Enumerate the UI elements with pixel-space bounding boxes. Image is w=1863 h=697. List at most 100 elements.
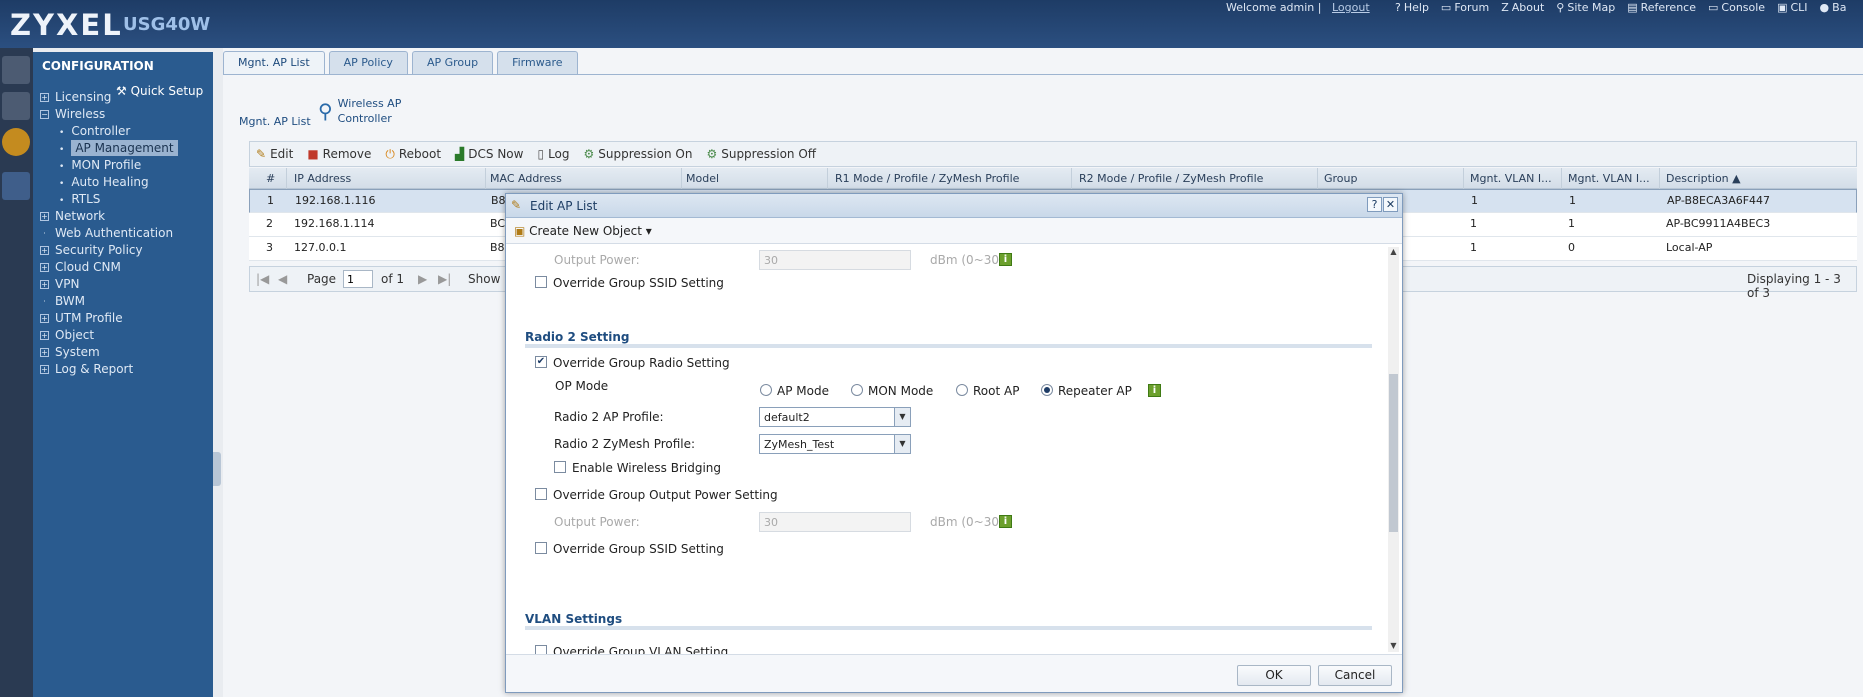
edit-icon: ✎ bbox=[256, 147, 267, 161]
output-power-input[interactable] bbox=[759, 250, 911, 270]
prev-page-icon[interactable]: ◀ bbox=[278, 272, 287, 286]
dialog-help-button[interactable]: ? bbox=[1367, 197, 1382, 212]
sidebar-collapse-handle[interactable] bbox=[213, 452, 221, 486]
info-icon[interactable]: i bbox=[1148, 384, 1161, 397]
welcome-text: Welcome admin | bbox=[1226, 1, 1322, 14]
sidebar-item-cloud-cnm[interactable]: + Cloud CNM bbox=[40, 260, 121, 274]
sidebar-item-network[interactable]: + Network bbox=[40, 209, 105, 223]
sitemap-link[interactable]: ⚲ Site Map bbox=[1556, 1, 1615, 14]
scroll-thumb[interactable] bbox=[1389, 374, 1398, 532]
col-num[interactable]: # bbox=[266, 172, 275, 185]
forum-link[interactable]: ▭ Forum bbox=[1441, 1, 1489, 14]
override-ssid-checkbox-2[interactable] bbox=[535, 542, 547, 554]
col-model[interactable]: Model bbox=[686, 172, 719, 185]
ap-profile-label: Radio 2 AP Profile: bbox=[554, 410, 664, 424]
override-output-power-checkbox[interactable] bbox=[535, 488, 547, 500]
cli-link[interactable]: ▣ CLI bbox=[1777, 1, 1807, 14]
edit-ap-list-dialog: ✎ Edit AP List ? ✕ ▣ Create New Object ▾… bbox=[505, 193, 1403, 693]
reboot-button[interactable]: ⏻ Reboot bbox=[385, 147, 441, 162]
sidebar-sub-mon-profile[interactable]: • MON Profile bbox=[59, 158, 141, 172]
quick-setup-link[interactable]: ⚒ Quick Setup bbox=[116, 84, 203, 98]
logout-short-link[interactable]: ● Ba bbox=[1820, 1, 1847, 14]
sidebar-item-licensing[interactable]: + Licensing bbox=[40, 90, 111, 104]
maintenance-icon[interactable] bbox=[2, 172, 30, 200]
dcs-now-button[interactable]: ▟ DCS Now bbox=[455, 147, 523, 161]
sidebar-item-system[interactable]: + System bbox=[40, 345, 100, 359]
sidebar-sub-auto-healing[interactable]: • Auto Healing bbox=[59, 175, 149, 189]
op-mode-repeater-radio[interactable] bbox=[1041, 384, 1053, 396]
col-r1-mode[interactable]: R1 Mode / Profile / ZyMesh Profile bbox=[835, 172, 1019, 185]
sidebar-item-vpn[interactable]: + VPN bbox=[40, 277, 79, 291]
nav-icon-strip bbox=[0, 48, 33, 697]
col-mgnt-vlan-2[interactable]: Mgnt. VLAN I... bbox=[1568, 172, 1650, 185]
col-r2-mode[interactable]: R2 Mode / Profile / ZyMesh Profile bbox=[1079, 172, 1263, 185]
col-mac-address[interactable]: MAC Address bbox=[490, 172, 562, 185]
sidebar-sub-ap-management[interactable]: • AP Management bbox=[59, 140, 178, 156]
device-model: USG40W bbox=[123, 14, 211, 35]
dialog-titlebar: ✎ Edit AP List ? ✕ bbox=[506, 194, 1402, 218]
log-button[interactable]: ▯ Log bbox=[537, 147, 569, 161]
monitor-icon[interactable] bbox=[2, 92, 30, 120]
sidebar-sub-controller[interactable]: • Controller bbox=[59, 124, 130, 138]
suppression-on-button[interactable]: ⚙ Suppression On bbox=[584, 147, 693, 161]
console-link[interactable]: ▭ Console bbox=[1708, 1, 1765, 14]
override-ssid-checkbox[interactable] bbox=[535, 276, 547, 288]
first-page-icon[interactable]: |◀ bbox=[256, 272, 269, 286]
override-ssid-label-2: Override Group SSID Setting bbox=[553, 542, 724, 556]
suppression-off-button[interactable]: ⚙ Suppression Off bbox=[706, 147, 816, 161]
tab-firmware[interactable]: Firmware bbox=[497, 51, 578, 74]
tab-ap-group[interactable]: AP Group bbox=[411, 51, 494, 74]
override-radio-checkbox[interactable]: ✔ bbox=[535, 356, 547, 368]
op-mode-ap-radio[interactable] bbox=[760, 384, 772, 396]
suppression-off-icon: ⚙ bbox=[706, 147, 718, 161]
tab-ap-policy[interactable]: AP Policy bbox=[328, 51, 408, 74]
info-icon[interactable]: i bbox=[999, 253, 1012, 266]
ok-button[interactable]: OK bbox=[1237, 665, 1311, 686]
sidebar-item-security-policy[interactable]: + Security Policy bbox=[40, 243, 143, 257]
zymesh-profile-select[interactable]: ZyMesh_Test ▼ bbox=[759, 434, 911, 454]
logout-link[interactable]: Logout bbox=[1332, 1, 1370, 14]
edit-button[interactable]: ✎ Edit bbox=[256, 147, 293, 161]
dashboard-icon[interactable] bbox=[2, 56, 30, 84]
expand-icon: + bbox=[40, 212, 49, 221]
configuration-gear-icon[interactable] bbox=[2, 128, 30, 156]
sidebar-sub-rtls[interactable]: • RTLS bbox=[59, 192, 100, 206]
last-page-icon[interactable]: ▶| bbox=[438, 272, 451, 286]
info-icon[interactable]: i bbox=[999, 515, 1012, 528]
bullet-icon: · bbox=[43, 297, 46, 306]
reference-link[interactable]: ▤ Reference bbox=[1627, 1, 1696, 14]
dialog-scrollbar[interactable]: ▲ ▼ bbox=[1388, 247, 1399, 652]
col-description[interactable]: Description ▲ bbox=[1666, 172, 1741, 185]
dialog-body: Output Power: dBm (0~30) i Override Grou… bbox=[506, 244, 1386, 654]
sidebar-item-wireless[interactable]: − Wireless bbox=[40, 107, 105, 121]
override-vlan-checkbox[interactable] bbox=[535, 645, 547, 654]
help-link[interactable]: ? Help bbox=[1395, 1, 1429, 14]
expand-icon: + bbox=[40, 348, 49, 357]
sidebar-item-object[interactable]: + Object bbox=[40, 328, 94, 342]
cancel-button[interactable]: Cancel bbox=[1318, 665, 1392, 686]
op-mode-mon-radio[interactable] bbox=[851, 384, 863, 396]
expand-icon: + bbox=[40, 331, 49, 340]
output-power-input-2[interactable] bbox=[759, 512, 911, 532]
sidebar-item-log-report[interactable]: + Log & Report bbox=[40, 362, 133, 376]
scroll-down-icon[interactable]: ▼ bbox=[1388, 641, 1399, 650]
sidebar-title: CONFIGURATION bbox=[42, 59, 154, 73]
next-page-icon[interactable]: ▶ bbox=[418, 272, 427, 286]
dialog-close-button[interactable]: ✕ bbox=[1383, 197, 1398, 212]
sidebar-item-bwm[interactable]: · BWM bbox=[40, 294, 85, 308]
ap-profile-select[interactable]: default2 ▼ bbox=[759, 407, 911, 427]
forum-icon: ▭ bbox=[1440, 1, 1452, 14]
col-mgnt-vlan-1[interactable]: Mgnt. VLAN I... bbox=[1470, 172, 1552, 185]
sidebar-item-utm-profile[interactable]: + UTM Profile bbox=[40, 311, 123, 325]
about-link[interactable]: Z About bbox=[1501, 1, 1544, 14]
enable-bridging-checkbox[interactable] bbox=[554, 461, 566, 473]
scroll-up-icon[interactable]: ▲ bbox=[1388, 247, 1399, 256]
tab-mgnt-ap-list[interactable]: Mgnt. AP List bbox=[223, 51, 325, 74]
create-new-object-menu[interactable]: ▣ Create New Object ▾ bbox=[514, 224, 652, 238]
sidebar-item-web-authentication[interactable]: · Web Authentication bbox=[40, 226, 173, 240]
remove-button[interactable]: ■ Remove bbox=[307, 147, 371, 161]
page-number-input[interactable] bbox=[343, 270, 373, 288]
col-ip-address[interactable]: IP Address bbox=[294, 172, 351, 185]
op-mode-root-radio[interactable] bbox=[956, 384, 968, 396]
col-group[interactable]: Group bbox=[1324, 172, 1358, 185]
